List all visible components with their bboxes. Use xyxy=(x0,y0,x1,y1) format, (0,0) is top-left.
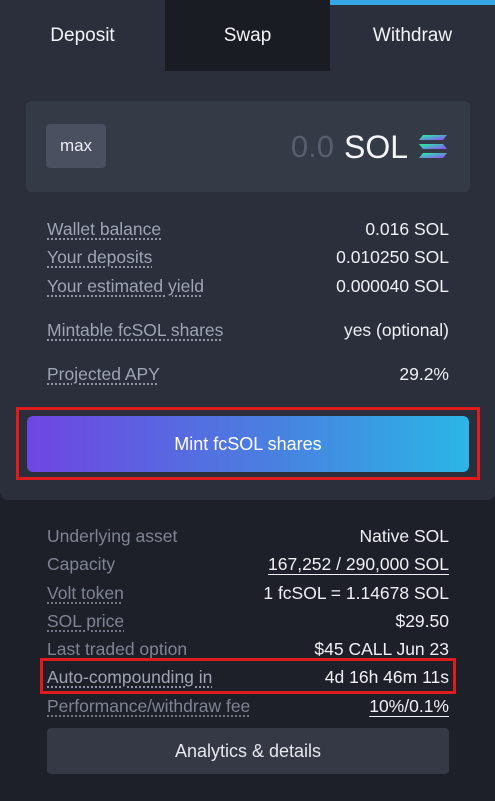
amount-input-box: max SOL xyxy=(26,101,470,192)
mintable-shares-value: yes (optional) xyxy=(343,320,449,340)
capacity-label: Capacity xyxy=(47,553,116,574)
stat-wallet-balance: Wallet balance 0.016 SOL xyxy=(47,219,449,240)
max-button[interactable]: max xyxy=(46,124,106,168)
fee-value[interactable]: 10%/0.1% xyxy=(369,696,449,717)
stat-projected-apy: Projected APY 29.2% xyxy=(47,364,449,385)
your-deposits-value: 0.010250 SOL xyxy=(336,247,449,267)
estimated-yield-value: 0.000040 SOL xyxy=(336,276,449,296)
solana-logo-icon xyxy=(419,135,447,158)
wallet-balance-label[interactable]: Wallet balance xyxy=(47,219,161,240)
amount-unit: SOL xyxy=(343,128,408,165)
projected-apy-label[interactable]: Projected APY xyxy=(47,364,160,385)
sol-price-value: $29.50 xyxy=(395,610,449,631)
tab-withdraw[interactable]: Withdraw xyxy=(330,0,495,71)
tab-swap[interactable]: Swap xyxy=(165,0,330,71)
volt-token-label[interactable]: Volt token xyxy=(47,583,124,604)
stat-your-deposits: Your deposits 0.010250 SOL xyxy=(47,247,449,268)
stat-mintable-shares: Mintable fcSOL shares yes (optional) xyxy=(47,320,449,341)
stat-estimated-yield: Your estimated yield 0.000040 SOL xyxy=(47,276,449,297)
tab-bar: Deposit Swap Withdraw xyxy=(0,0,495,71)
auto-compounding-highlight xyxy=(40,658,456,694)
your-deposits-label[interactable]: Your deposits xyxy=(47,247,152,268)
underlying-asset-value: Native SOL xyxy=(359,525,449,546)
last-traded-option-value: $45 CALL Jun 23 xyxy=(314,638,449,659)
mint-button-highlight: Mint fcSOL shares xyxy=(16,407,480,480)
info-fee: Performance/withdraw fee 10%/0.1% xyxy=(47,692,449,720)
estimated-yield-label[interactable]: Your estimated yield xyxy=(47,276,204,297)
info-capacity: Capacity 167,252 / 290,000 SOL xyxy=(47,550,449,578)
analytics-details-button[interactable]: Analytics & details xyxy=(47,728,449,774)
info-sol-price: SOL price $29.50 xyxy=(47,607,449,635)
amount-field: SOL xyxy=(273,122,448,172)
withdraw-panel: max SOL Wallet balance 0.016 SOL xyxy=(0,71,495,500)
projected-apy-value: 29.2% xyxy=(399,364,449,384)
underlying-asset-label: Underlying asset xyxy=(47,525,178,546)
mintable-shares-label[interactable]: Mintable fcSOL shares xyxy=(47,320,223,341)
mint-shares-button[interactable]: Mint fcSOL shares xyxy=(27,416,469,472)
amount-input[interactable] xyxy=(273,129,334,165)
fee-label[interactable]: Performance/withdraw fee xyxy=(47,696,250,717)
sol-price-label[interactable]: SOL price xyxy=(47,611,124,632)
capacity-value[interactable]: 167,252 / 290,000 SOL xyxy=(268,554,449,575)
last-traded-option-label: Last traded option xyxy=(47,638,188,659)
info-underlying-asset: Underlying asset Native SOL xyxy=(47,522,449,550)
info-volt-token: Volt token 1 fcSOL = 1.14678 SOL xyxy=(47,579,449,607)
wallet-balance-value: 0.016 SOL xyxy=(365,219,449,239)
tab-deposit[interactable]: Deposit xyxy=(0,0,165,71)
volt-token-value: 1 fcSOL = 1.14678 SOL xyxy=(263,582,449,603)
